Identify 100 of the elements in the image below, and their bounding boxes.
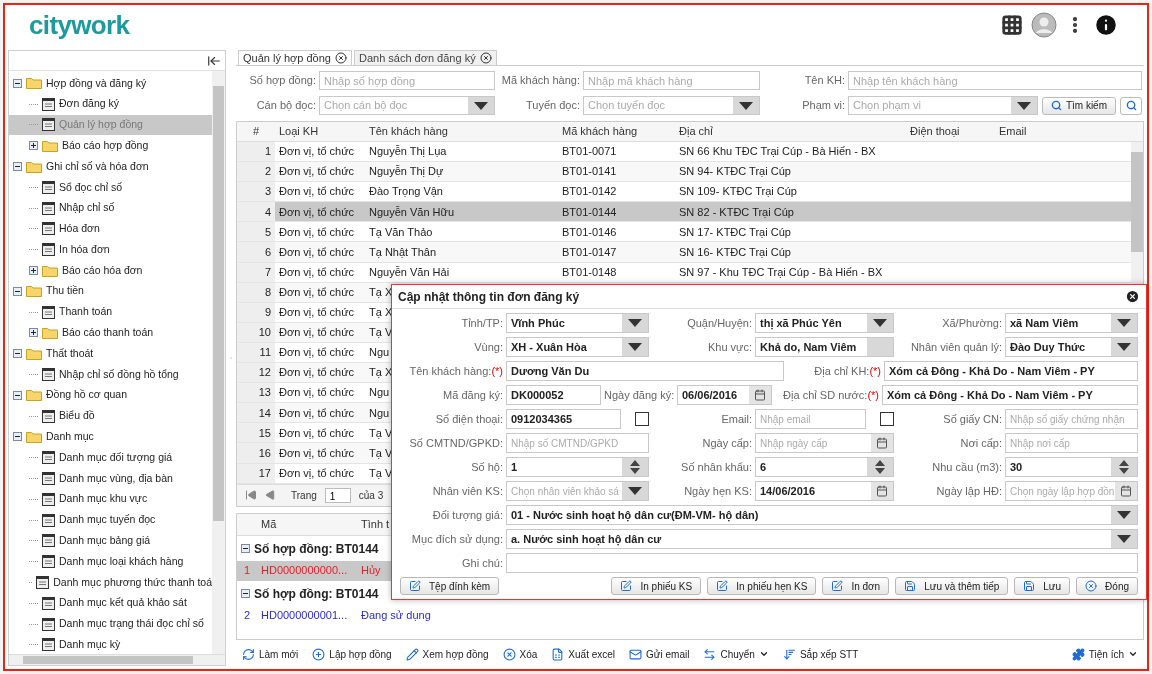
dialog-button[interactable]: In phiếu hẹn KS [707,577,817,595]
close-icon[interactable] [1125,289,1140,304]
select-field[interactable]: thị xã Phúc Yên [755,313,894,333]
date-field[interactable]: 14/06/2016 [755,481,894,501]
tree-item[interactable]: In hóa đơn [59,241,110,258]
column-header[interactable]: Địa chỉ [675,123,906,140]
checkbox[interactable] [635,412,649,426]
collapse-sidebar-icon[interactable] [207,53,221,68]
attach-button[interactable]: Tệp đính kèm [400,577,500,595]
tree-item[interactable]: Đơn đăng ký [59,96,119,113]
collapse-icon[interactable] [13,349,22,359]
select-field[interactable]: 01 - Nước sinh hoạt hộ dân cư(ĐM-VM- hộ dân) [506,505,1138,525]
dialog-button[interactable]: Lưu [1014,577,1071,595]
close-tab-icon[interactable] [334,52,347,64]
number-field[interactable]: 1 [506,457,649,477]
tree-item[interactable]: Danh mục trạng thái đọc chỉ số [59,616,204,632]
select-field[interactable]: Vĩnh Phúc [506,313,649,333]
table-row[interactable]: 2 Đơn vị, tổ chức Nguyễn Thị Dự BT01-0141 SN 94- KTĐC Trại Cúp [237,162,1131,183]
toolbar-button[interactable]: Sắp xếp STT [782,646,859,662]
tab[interactable]: Danh sách đơn đăng ký [353,50,497,65]
tree-item[interactable]: Danh mục tuyến đọc [59,512,156,528]
column-header[interactable]: Email [995,123,1143,140]
input-field[interactable]: Xóm cả Đông - Khả Do - Nam Viêm - PY [882,385,1138,405]
tree-item[interactable]: Danh mục đối tượng giá [59,449,173,466]
select-field[interactable]: a. Nước sinh hoạt hộ dân cư [506,529,1138,549]
tree-item[interactable]: Thanh toán [59,304,113,321]
dialog-button[interactable]: Đóng [1076,577,1138,595]
tree-item[interactable]: Sổ đọc chỉ số [59,179,123,196]
tree-item[interactable]: Hóa đơn [59,221,100,237]
search-icon-button[interactable] [1120,96,1142,115]
tree-item[interactable]: Báo cáo hợp đồng [62,137,149,154]
input-field[interactable] [506,553,1138,573]
tree-item[interactable]: Danh mục vùng, địa bàn [59,470,173,487]
collapse-icon[interactable] [241,544,250,554]
checkbox[interactable] [880,412,894,426]
apps-grid-icon[interactable] [1001,14,1023,36]
tab[interactable]: Quản lý hợp đồng [238,50,352,65]
column-header[interactable]: Mã [257,515,357,533]
input-field[interactable]: Xóm cả Đông - Khả Do - Nam Viêm - PY [884,361,1138,381]
collapse-icon[interactable] [13,432,22,442]
dialog-button[interactable]: In phiếu KS [611,577,702,595]
collapse-icon[interactable] [13,390,22,400]
spinner-arrows-icon[interactable] [875,460,885,474]
tree-item[interactable]: Danh mục [46,429,94,445]
collapse-icon[interactable] [13,286,22,296]
input-field[interactable]: Khả do, Nam Viêm [755,337,894,357]
column-header[interactable]: Điện thoại [906,123,995,140]
tree-item[interactable]: Danh mục bảng giá [59,533,151,549]
toolbar-button[interactable]: Xóa [502,646,538,662]
expand-icon[interactable] [29,328,38,338]
previous-page-icon[interactable] [265,490,275,501]
input-field[interactable]: Nhập tên khách hàng [848,71,1142,90]
tree-item[interactable]: Báo cáo hóa đơn [62,262,143,279]
spinner-arrows-icon[interactable] [1119,460,1129,474]
table-row[interactable]: 7 Đơn vị, tổ chức Nguyễn Văn Hải BT01-0148 SN 97 - Khu TĐC Trại Cúp - Bà Hiến - BX [237,262,1131,283]
tree-item[interactable]: Nhập chỉ số [59,200,115,217]
column-header[interactable]: # [237,123,275,140]
first-page-icon[interactable] [245,489,257,502]
toolbar-button[interactable]: Tiện ích [1071,646,1138,662]
toolbar-button[interactable]: Lập hợp đồng [312,646,392,662]
table-row[interactable]: 5 Đơn vị, tổ chức Tạ Văn Thảo BT01-0146 SN 17- KTĐC Trại Cúp [237,222,1131,243]
column-header[interactable]: Mã khách hàng [558,123,675,140]
input-field[interactable]: Nhập mã khách hàng [583,71,760,90]
input-field[interactable]: DK000052 [506,385,601,405]
info-icon[interactable] [1093,12,1119,38]
input-field[interactable]: Nhập số hợp đồng [319,71,495,90]
tree-item[interactable]: Danh mục phương thức thanh toá [53,574,212,591]
toolbar-button[interactable]: Xem hợp đồng [405,646,489,662]
tree-item[interactable]: Danh mục kết quả khảo sát [59,595,187,612]
table-row[interactable]: 1 Đơn vị, tổ chức Nguyễn Thị Lụa BT01-0071 SN 66 Khu TĐC Trại Cúp - Bà Hiến - BX [237,142,1131,163]
horizontal-scrollbar[interactable] [9,654,225,665]
select-field[interactable]: XH - Xuân Hòa [506,337,649,357]
tree-item[interactable]: Báo cáo thanh toán [62,325,154,341]
toolbar-button[interactable]: Gửi email [629,646,690,662]
tree-item[interactable]: Đồng hồ cơ quan [46,387,128,404]
calendar-icon[interactable] [876,485,888,497]
spinner-arrows-icon[interactable] [630,460,640,474]
select-field[interactable]: xã Nam Viêm [1005,313,1138,333]
toolbar-button[interactable]: Chuyển [703,646,769,662]
toolbar-button[interactable]: Làm mới [242,646,299,662]
tree-item[interactable]: Ghi chỉ số và hóa đơn [46,158,149,175]
dialog-button[interactable]: Lưu và thêm tiếp [895,577,1009,595]
number-field[interactable]: 6 [755,457,894,477]
number-field[interactable]: 30 [1005,457,1138,477]
collapse-icon[interactable] [13,78,22,88]
tree-item[interactable]: Danh mục loại khách hàng [59,553,184,570]
user-avatar-icon[interactable] [1031,12,1057,38]
tree-item[interactable]: Thất thoát [46,345,94,362]
calendar-icon[interactable] [876,437,888,449]
tree-item[interactable]: Nhập chỉ số đồng hồ tổng [59,366,179,383]
input-field[interactable]: Dương Văn Du [506,361,784,381]
expand-icon[interactable] [29,266,38,276]
column-header[interactable]: Tên khách hàng [365,123,558,140]
tree-item[interactable]: Danh mục kỳ [59,637,121,653]
close-tab-icon[interactable] [479,52,492,64]
tree-item[interactable]: Hợp đồng và đăng ký [46,75,147,92]
toolbar-button[interactable]: Xuất excel [551,646,616,662]
dialog-button[interactable]: In đơn [822,577,890,595]
column-header[interactable]: Loại KH [275,123,365,140]
input-field[interactable]: 0912034365 [506,409,621,429]
